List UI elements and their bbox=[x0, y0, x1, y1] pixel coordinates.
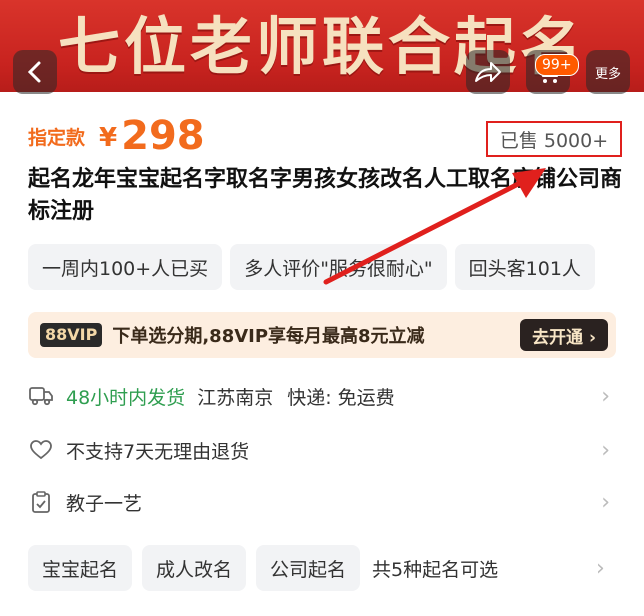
more-label: 更多 bbox=[594, 66, 621, 82]
clipboard-icon bbox=[28, 489, 54, 515]
vip-activate-button[interactable]: 去开通 › bbox=[520, 319, 608, 351]
naming-options: 宝宝起名 成人改名 公司起名 共5种起名可选 bbox=[28, 544, 498, 592]
chevron-right-icon: › bbox=[601, 489, 610, 515]
tag-repeat-buyers[interactable]: 回头客101人 bbox=[454, 244, 595, 290]
price-row: 指定款 ¥ 298 bbox=[28, 112, 205, 156]
product-title: 起名龙年宝宝起名字取名字男孩女孩改名人工取名店铺公司商标注册 bbox=[28, 167, 623, 224]
tag-review[interactable]: 多人评价"服务很耐心" bbox=[230, 244, 447, 290]
truck-icon bbox=[28, 383, 54, 409]
currency-symbol: ¥ bbox=[99, 123, 118, 153]
share-icon bbox=[475, 62, 501, 82]
returns-row[interactable]: 不支持7天无理由退货 › bbox=[28, 430, 616, 470]
option-company-naming[interactable]: 公司起名 bbox=[256, 545, 361, 591]
option-adult-rename[interactable]: 成人改名 bbox=[142, 545, 247, 591]
back-button[interactable] bbox=[13, 50, 57, 94]
chevron-left-icon bbox=[27, 61, 41, 83]
vip-promo-banner[interactable]: 88VIP 下单选分期,88VIP享每月最高8元立减 去开通 › bbox=[28, 312, 616, 358]
chevron-right-icon: › bbox=[601, 383, 610, 409]
shipping-origin: 江苏南京 bbox=[197, 386, 274, 409]
cart-badge: 99+ bbox=[535, 54, 579, 76]
share-button[interactable] bbox=[466, 50, 510, 94]
shipping-time: 48小时内发货 bbox=[66, 386, 186, 409]
price-tag: 指定款 bbox=[28, 127, 86, 149]
seller-name: 教子一艺 bbox=[66, 492, 143, 515]
vip-promo-text: 下单选分期,88VIP享每月最高8元立减 bbox=[112, 326, 425, 347]
options-count: 共5种起名可选 bbox=[372, 558, 499, 581]
returns-text: 不支持7天无理由退货 bbox=[66, 440, 250, 463]
sold-count: 已售 5000+ bbox=[486, 121, 622, 157]
option-baby-naming[interactable]: 宝宝起名 bbox=[28, 545, 133, 591]
tag-weekly-buyers[interactable]: 一周内100+人已买 bbox=[28, 244, 223, 290]
chevron-right-icon: › bbox=[601, 437, 610, 463]
heart-icon bbox=[28, 437, 54, 463]
chevron-right-icon[interactable]: › bbox=[596, 556, 605, 581]
shipping-courier: 快递: 免运费 bbox=[287, 386, 395, 409]
shipping-row[interactable]: 48小时内发货 江苏南京 快递: 免运费 › bbox=[28, 376, 616, 416]
more-button[interactable]: 更多 bbox=[586, 50, 630, 94]
social-proof-tags: 一周内100+人已买 多人评价"服务很耐心" 回头客101人 bbox=[28, 244, 595, 290]
sold-count-text: 已售 5000+ bbox=[499, 129, 609, 152]
vip-badge: 88VIP bbox=[40, 323, 103, 347]
seller-row[interactable]: 教子一艺 › bbox=[28, 482, 616, 522]
price-value: 298 bbox=[121, 113, 205, 159]
